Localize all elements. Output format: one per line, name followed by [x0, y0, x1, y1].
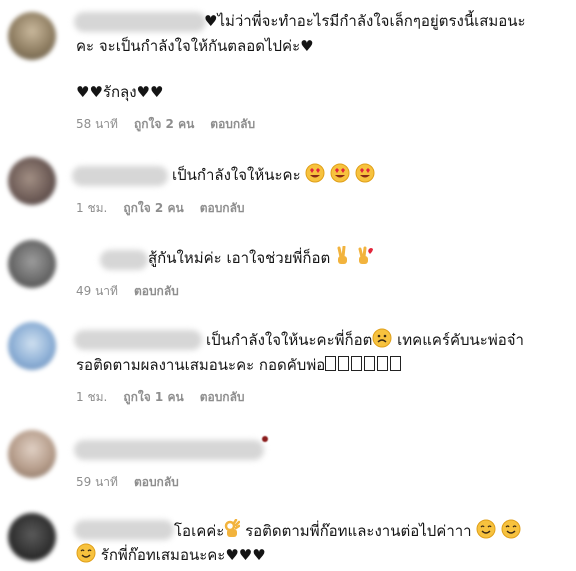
username-blurred[interactable]	[74, 520, 174, 540]
ok-hand-icon	[225, 519, 241, 537]
avatar[interactable]	[8, 513, 56, 561]
missing-glyph-boxes	[325, 356, 403, 374]
comment-text-body: รักพี่ก๊อทเสมอนะคะ♥♥♥	[96, 546, 266, 564]
comment-text-body: รอติดตามพี่ก๊อทและงานต่อไปค่าาา	[240, 522, 472, 540]
reply-button[interactable]: ตอบกลับ	[210, 117, 255, 131]
heart-eyes-icon	[305, 163, 325, 183]
comment-time[interactable]: 59 นาที	[76, 475, 118, 489]
likes-count[interactable]: ถูกใจ 2 คน	[134, 117, 194, 131]
comment-text-body: โอเคค่ะ	[174, 522, 225, 540]
comment-time[interactable]: 49 นาที	[76, 284, 118, 298]
comment-text-line: รักพี่ก๊อทเสมอนะคะ♥♥♥	[76, 543, 266, 567]
reply-button[interactable]: ตอบกลับ	[200, 390, 245, 404]
avatar[interactable]	[8, 430, 56, 478]
reply-button[interactable]: ตอบกลับ	[200, 201, 245, 215]
reply-button[interactable]: ตอบกลับ	[134, 284, 179, 298]
likes-count[interactable]: ถูกใจ 2 คน	[123, 201, 183, 215]
heart-eyes-icon	[330, 163, 350, 183]
comment-meta: 1 ชม. ถูกใจ 2 คน ตอบกลับ	[76, 200, 261, 216]
likes-count[interactable]: ถูกใจ 1 คน	[123, 390, 183, 404]
avatar[interactable]	[8, 240, 56, 288]
smiling-face-icon	[501, 519, 521, 539]
reply-button[interactable]: ตอบกลับ	[134, 475, 179, 489]
username-blurred[interactable]	[74, 440, 264, 460]
comment-time[interactable]: 1 ชม.	[76, 201, 107, 215]
victory-hand-heart-icon	[358, 246, 373, 264]
worried-face-icon	[372, 328, 392, 348]
avatar[interactable]	[8, 322, 56, 370]
heart-icon	[262, 436, 268, 442]
comment-text-line: โอเคค่ะ รอติดตามพี่ก๊อทและงานต่อไปค่าาา	[174, 519, 521, 543]
comment-text-line: เป็นกำลังใจให้นะคะพี่ก็อต เทคแคร์คับนะพ่…	[206, 328, 524, 352]
comment-meta: 58 นาที ถูกใจ 2 คน ตอบกลับ	[76, 116, 271, 132]
smiling-face-icon	[476, 519, 496, 539]
username-blurred[interactable]	[72, 166, 168, 186]
comment-text-body: เป็นกำลังใจให้นะคะพี่ก็อต	[206, 331, 373, 349]
heart-eyes-icon	[355, 163, 375, 183]
comment-text-body: สู้กันใหม่ค่ะ เอาใจช่วยพี่ก็อต	[148, 249, 331, 267]
avatar[interactable]	[8, 12, 56, 60]
username-blurred[interactable]	[100, 250, 148, 270]
comment-meta: 1 ชม. ถูกใจ 1 คน ตอบกลับ	[76, 389, 261, 405]
comment-time[interactable]: 58 นาที	[76, 117, 118, 131]
comment-text-line: รอติดตามผลงานเสมอนะคะ กอดคับพ่อ	[76, 353, 403, 377]
username-blurred[interactable]	[74, 12, 206, 32]
victory-hand-icon	[337, 246, 348, 264]
comment-text-line: ♥ไม่ว่าพี่จะทำอะไรมีกำลังใจเล็กๆอยู่ตรงน…	[204, 12, 526, 30]
smiling-face-icon	[76, 543, 96, 563]
comment-text-line: ♥♥รักลุง♥♥	[76, 83, 164, 101]
comment-meta: 59 นาที ตอบกลับ	[76, 474, 195, 490]
comment-text-body: รอติดตามผลงานเสมอนะคะ กอดคับพ่อ	[76, 356, 326, 374]
comment-time[interactable]: 1 ชม.	[76, 390, 107, 404]
avatar[interactable]	[8, 157, 56, 205]
comment-text-body: เป็นกำลังใจให้นะคะ	[172, 166, 301, 184]
comment-text-line: คะ จะเป็นกำลังใจให้กันตลอดไปค่ะ♥	[76, 37, 314, 55]
comment-text: สู้กันใหม่ค่ะ เอาใจช่วยพี่ก็อต	[148, 246, 374, 270]
comment-text-body: เทคแคร์คับนะพ่อจ๋า	[392, 331, 524, 349]
comment-text: เป็นกำลังใจให้นะคะ	[172, 163, 375, 187]
comment-meta: 49 นาที ตอบกลับ	[76, 283, 195, 299]
username-blurred[interactable]	[74, 330, 202, 350]
